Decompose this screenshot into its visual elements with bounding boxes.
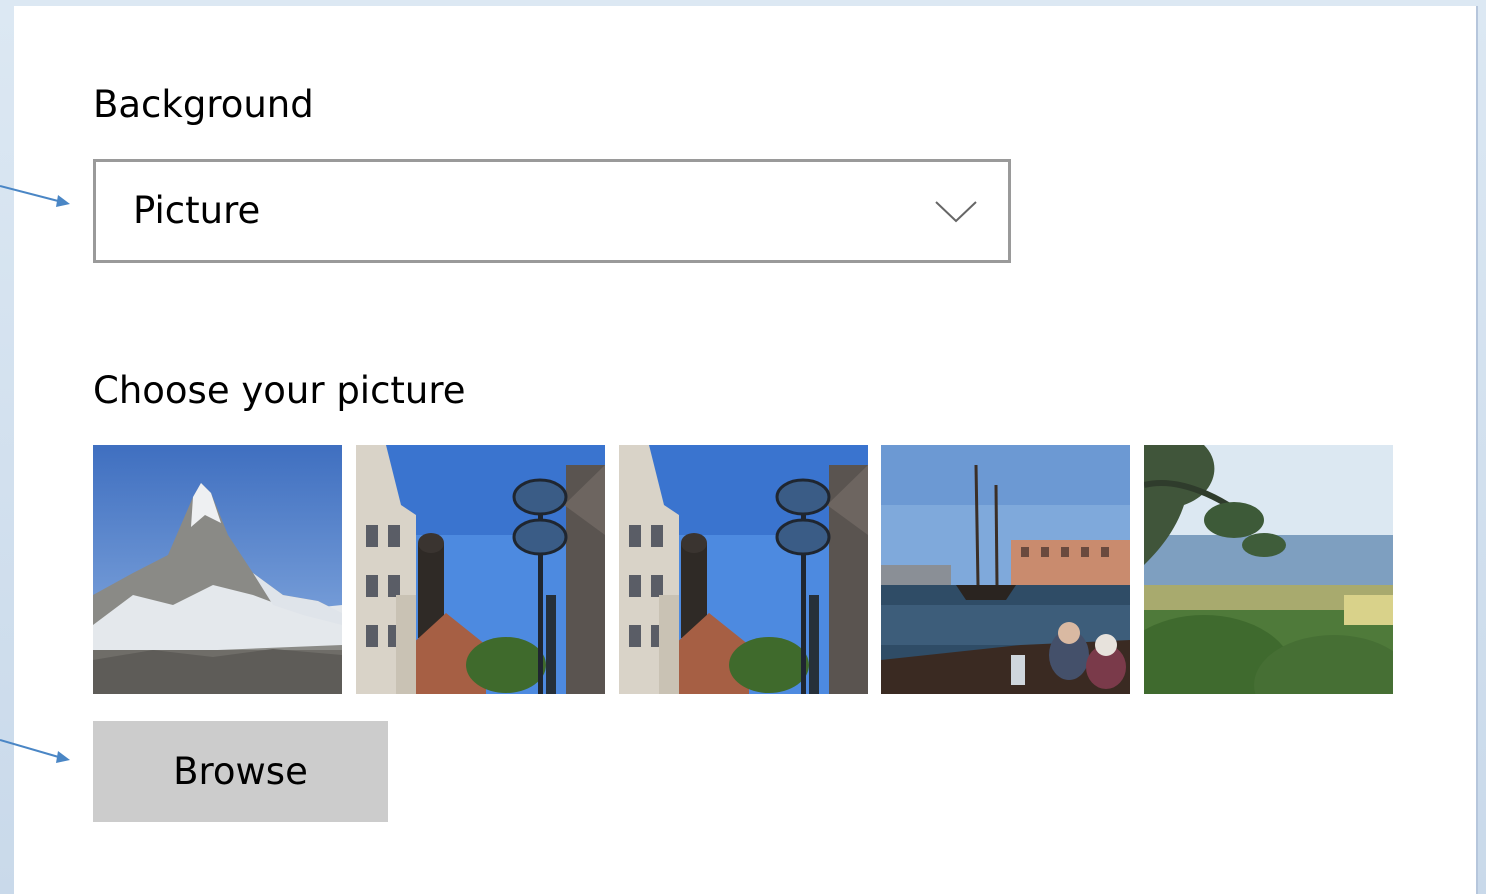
picture-thumbnail-harbor[interactable] bbox=[881, 445, 1130, 694]
picture-thumbnails bbox=[93, 445, 1393, 694]
picture-thumbnail-mountain[interactable] bbox=[93, 445, 342, 694]
dropdown-selected-value: Picture bbox=[133, 189, 261, 232]
choose-picture-label: Choose your picture bbox=[93, 369, 466, 412]
picture-thumbnail-city-2[interactable] bbox=[619, 445, 868, 694]
picture-thumbnail-city-1[interactable] bbox=[356, 445, 605, 694]
background-label: Background bbox=[93, 83, 314, 126]
chevron-down-icon bbox=[935, 201, 977, 223]
browse-button[interactable]: Browse bbox=[93, 721, 388, 822]
picture-thumbnail-coast[interactable] bbox=[1144, 445, 1393, 694]
background-dropdown[interactable]: Picture bbox=[93, 159, 1011, 263]
settings-panel: Background Picture Choose your picture B… bbox=[14, 6, 1476, 894]
